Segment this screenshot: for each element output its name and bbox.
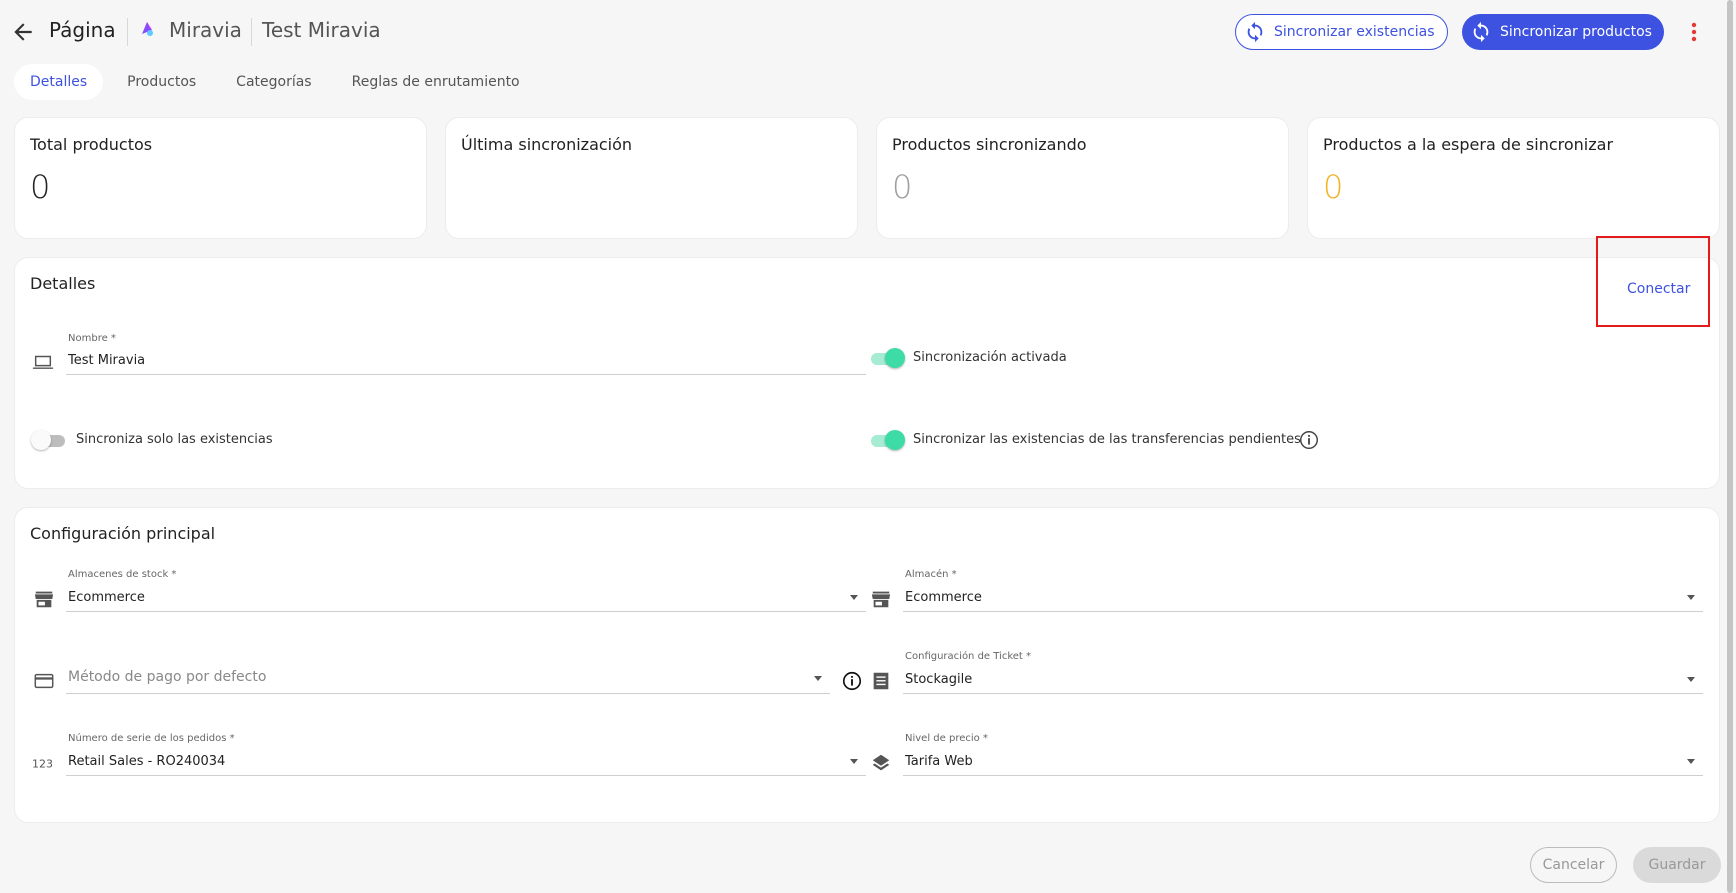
breadcrumb-channel[interactable]: Miravia	[169, 18, 242, 42]
order-series-select[interactable]: Retail Sales - RO240034	[68, 754, 225, 769]
svg-text:123: 123	[32, 758, 53, 771]
chevron-down-icon[interactable]	[1687, 759, 1695, 764]
stock-only-label: Sincroniza solo las existencias	[76, 432, 273, 447]
page-scrollbar[interactable]	[1727, 0, 1733, 893]
stock-warehouses-select[interactable]: Ecommerce	[68, 590, 145, 605]
price-level-underline	[903, 775, 1703, 776]
breadcrumb-divider	[127, 18, 128, 46]
stock-warehouses-label: Almacenes de stock *	[68, 569, 177, 580]
stock-only-toggle[interactable]	[31, 429, 67, 451]
main-config-title: Configuración principal	[30, 524, 216, 543]
chevron-down-icon[interactable]	[850, 595, 858, 600]
ticket-config-underline	[903, 693, 1703, 694]
tab-bar: Detalles Productos Categorías Reglas de …	[14, 64, 544, 100]
order-series-label: Número de serie de los pedidos *	[68, 733, 235, 744]
ticket-config-label: Configuración de Ticket *	[905, 651, 1032, 662]
sync-products-button[interactable]: Sincronizar productos	[1462, 14, 1664, 50]
store-icon	[871, 591, 891, 608]
info-icon[interactable]	[841, 670, 863, 692]
stat-value: 0	[892, 168, 913, 206]
receipt-icon	[873, 672, 889, 690]
pending-transfers-toggle[interactable]	[869, 429, 905, 451]
price-level-select[interactable]: Tarifa Web	[905, 754, 973, 769]
credit-card-icon	[34, 673, 54, 689]
more-options-icon[interactable]	[1684, 20, 1704, 44]
miravia-logo-icon	[142, 22, 153, 36]
sync-icon	[1473, 21, 1489, 43]
details-section-title: Detalles	[30, 274, 96, 293]
pending-transfers-label: Sincronizar las existencias de las trans…	[913, 432, 1301, 447]
stat-title: Última sincronización	[461, 135, 633, 154]
stat-card-products-waiting: Productos a la espera de sincronizar 0	[1307, 117, 1720, 239]
tab-productos[interactable]: Productos	[111, 64, 212, 100]
stat-title: Total productos	[30, 135, 153, 154]
stock-warehouses-underline	[66, 611, 866, 612]
breadcrumb-page[interactable]: Página	[49, 18, 116, 42]
top-bar: Página Miravia Test Miravia Sincronizar …	[0, 0, 1736, 62]
sync-icon	[1247, 21, 1263, 43]
breadcrumb-store-name: Test Miravia	[262, 18, 381, 42]
name-underline	[66, 374, 866, 375]
stat-title: Productos a la espera de sincronizar	[1323, 135, 1614, 154]
numbers-123-icon: 123	[32, 758, 53, 771]
warehouse-select[interactable]: Ecommerce	[905, 590, 982, 605]
details-card	[14, 257, 1720, 489]
save-button[interactable]: Guardar	[1633, 847, 1721, 883]
tab-detalles[interactable]: Detalles	[14, 64, 104, 100]
name-label: Nombre *	[68, 333, 116, 344]
laptop-icon	[32, 355, 54, 369]
name-input[interactable]: Test Miravia	[68, 353, 145, 368]
sync-enabled-toggle[interactable]	[869, 347, 905, 369]
breadcrumb-divider	[251, 18, 252, 46]
order-series-underline	[66, 775, 866, 776]
sync-stock-label: Sincronizar existencias	[1274, 24, 1435, 40]
stat-card-products-syncing: Productos sincronizando 0	[876, 117, 1289, 239]
store-icon	[34, 591, 54, 608]
sync-products-label: Sincronizar productos	[1500, 24, 1652, 40]
stat-title: Productos sincronizando	[892, 135, 1087, 154]
warehouse-label: Almacén *	[905, 569, 957, 580]
tab-categorias[interactable]: Categorías	[220, 64, 327, 100]
warehouse-underline	[903, 611, 1703, 612]
chevron-down-icon[interactable]	[1687, 677, 1695, 682]
chevron-down-icon[interactable]	[1687, 595, 1695, 600]
sync-enabled-label: Sincronización activada	[913, 350, 1067, 365]
chevron-down-icon[interactable]	[850, 759, 858, 764]
payment-method-select[interactable]: Método de pago por defecto	[68, 669, 266, 685]
sync-stock-button[interactable]: Sincronizar existencias	[1235, 14, 1448, 50]
layers-icon	[872, 754, 890, 771]
back-arrow-icon[interactable]	[10, 19, 36, 45]
tab-reglas-enrutamiento[interactable]: Reglas de enrutamiento	[336, 64, 536, 100]
info-icon[interactable]	[1298, 429, 1320, 451]
stat-value: 0	[30, 168, 51, 206]
chevron-down-icon[interactable]	[814, 676, 822, 681]
connect-button[interactable]: Conectar	[1627, 281, 1690, 297]
ticket-config-select[interactable]: Stockagile	[905, 672, 972, 687]
stat-value: 0	[1323, 168, 1344, 206]
stat-card-last-sync: Última sincronización	[445, 117, 858, 239]
price-level-label: Nivel de precio *	[905, 733, 988, 744]
stat-card-total-products: Total productos 0	[14, 117, 427, 239]
payment-method-underline	[66, 693, 830, 694]
cancel-button[interactable]: Cancelar	[1530, 847, 1617, 883]
